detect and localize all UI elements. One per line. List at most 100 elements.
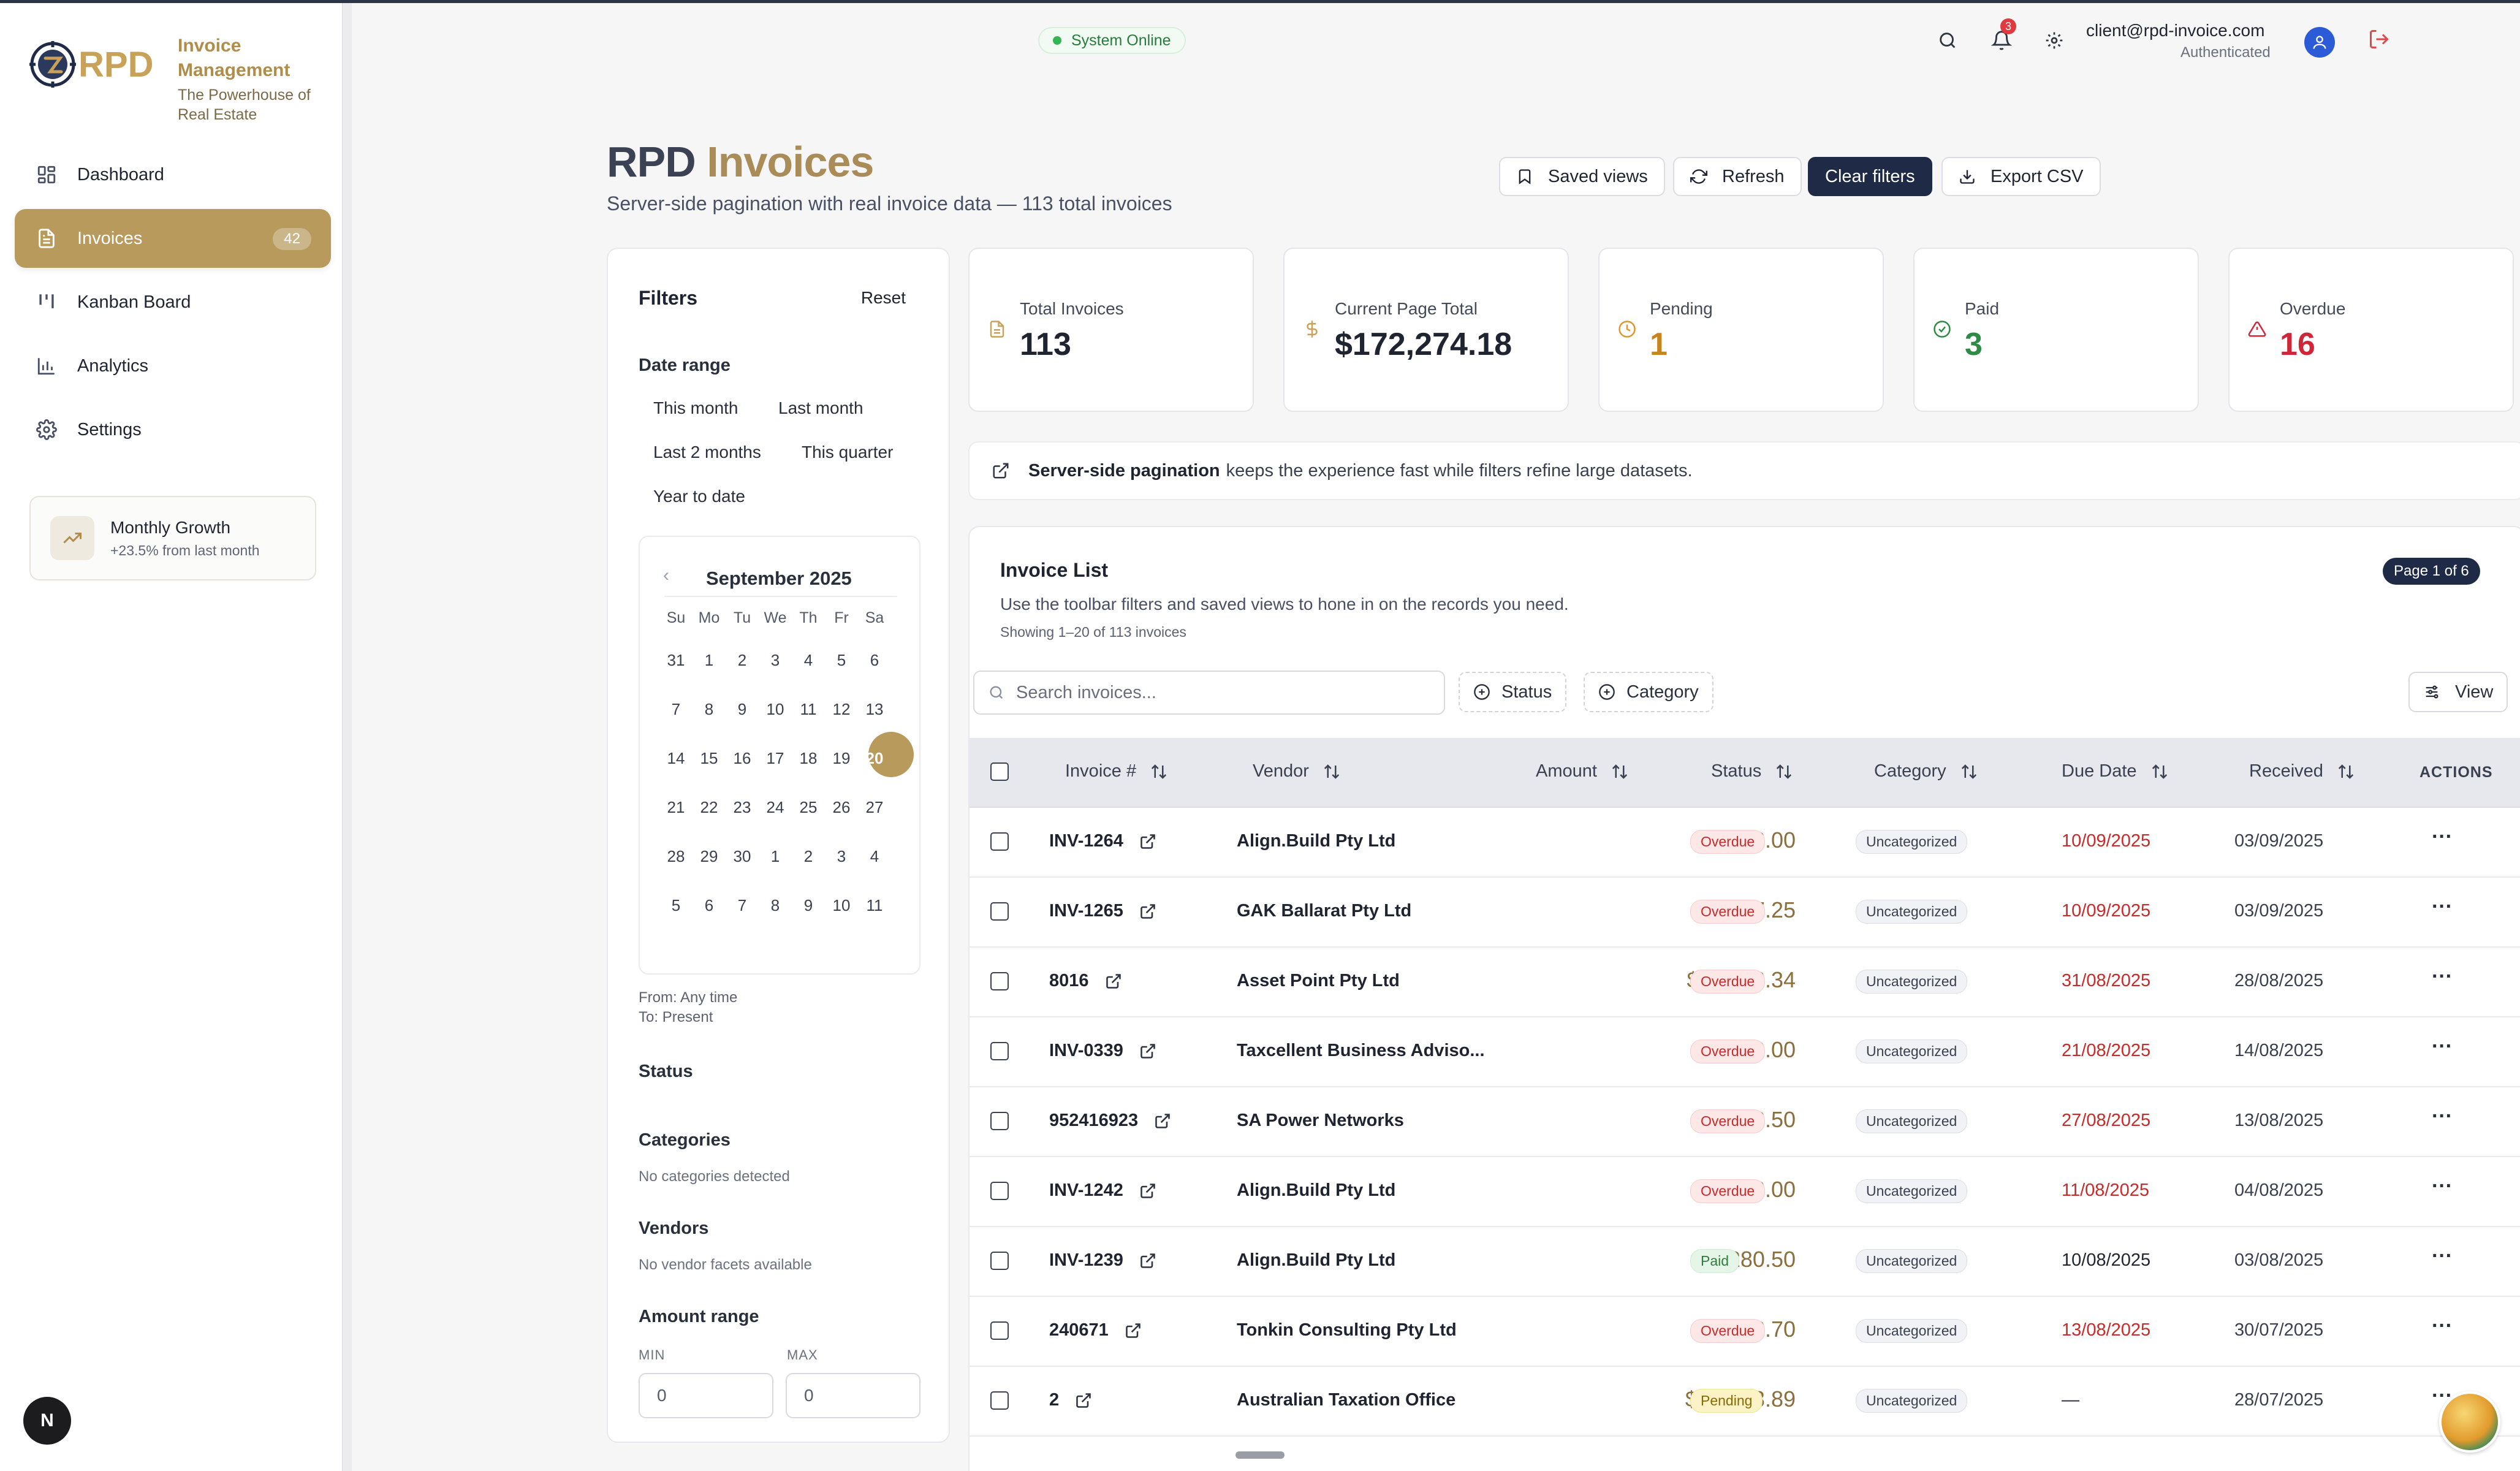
calendar-day[interactable]: 7 <box>726 896 759 915</box>
brand[interactable]: RPD Invoice Management The Powerhouse of… <box>27 34 331 124</box>
preset-last-2-months[interactable]: Last 2 months <box>653 443 761 462</box>
sidebar-item-kanban-board[interactable]: Kanban Board <box>15 273 331 332</box>
calendar-day[interactable]: 28 <box>659 847 693 866</box>
calendar-day[interactable]: 31 <box>659 651 693 670</box>
row-checkbox[interactable] <box>990 1042 1009 1060</box>
calendar-day[interactable]: 25 <box>792 798 825 817</box>
calendar-day[interactable]: 11 <box>792 700 825 719</box>
table-row[interactable]: 2Australian Taxation Office$20,193.89Pen… <box>970 1367 2520 1437</box>
calendar-day[interactable]: 17 <box>759 749 792 768</box>
calendar-day[interactable]: 4 <box>792 651 825 670</box>
table-row[interactable]: INV-0339Taxcellent Business Adviso...$2,… <box>970 1017 2520 1087</box>
next-dev-button[interactable]: N <box>23 1397 71 1445</box>
sidebar-item-invoices[interactable]: Invoices 42 <box>15 209 331 268</box>
row-checkbox[interactable] <box>990 1391 1009 1410</box>
calendar-day[interactable]: 10 <box>825 896 858 915</box>
avatar[interactable] <box>2304 27 2335 58</box>
calendar-day[interactable]: 5 <box>659 896 693 915</box>
amount-min-input[interactable]: 0 <box>639 1373 773 1418</box>
calendar-day[interactable]: 24 <box>759 798 792 817</box>
external-link-icon[interactable] <box>1139 1182 1156 1199</box>
calendar-day[interactable]: 21 <box>659 798 693 817</box>
calendar-day[interactable]: 8 <box>759 896 792 915</box>
search-icon[interactable] <box>1934 27 1961 54</box>
row-checkbox[interactable] <box>990 972 1009 990</box>
table-row[interactable]: 952416923SA Power Networks$5,912.50Overd… <box>970 1087 2520 1157</box>
sidebar-item-dashboard[interactable]: Dashboard <box>15 145 331 204</box>
invoice-number[interactable]: INV-1242 <box>1049 1180 1156 1201</box>
column-invoice[interactable]: Invoice # <box>1065 761 1168 781</box>
calendar-day[interactable]: 13 <box>858 700 891 719</box>
calendar-day[interactable]: 7 <box>659 700 693 719</box>
refresh-button[interactable]: Refresh <box>1673 157 1802 196</box>
assistant-avatar-button[interactable] <box>2439 1391 2500 1453</box>
column-due-date[interactable]: Due Date <box>2062 761 2169 781</box>
invoice-number[interactable]: INV-1265 <box>1049 901 1156 921</box>
view-options-button[interactable]: View <box>2408 672 2508 712</box>
row-actions-menu-icon[interactable]: ··· <box>2432 1104 2453 1128</box>
column-status[interactable]: Status <box>1711 761 1793 781</box>
preset-last-month[interactable]: Last month <box>778 398 863 418</box>
select-all-checkbox[interactable] <box>990 762 1009 781</box>
preset-year-to-date[interactable]: Year to date <box>653 487 745 506</box>
invoice-number[interactable]: 2 <box>1049 1390 1092 1410</box>
external-link-icon[interactable] <box>1139 903 1156 920</box>
calendar-day[interactable]: 23 <box>726 798 759 817</box>
row-actions-menu-icon[interactable]: ··· <box>2432 825 2453 849</box>
bell-icon[interactable]: 3 <box>1988 18 2016 54</box>
row-actions-menu-icon[interactable]: ··· <box>2432 1244 2453 1268</box>
external-link-icon[interactable] <box>1075 1392 1092 1409</box>
row-checkbox[interactable] <box>990 1182 1009 1200</box>
preset-this-month[interactable]: This month <box>653 398 738 418</box>
table-row[interactable]: INV-1265GAK Ballarat Pty Ltd$327.25Overd… <box>970 878 2520 948</box>
calendar-day[interactable]: 1 <box>693 651 726 670</box>
calendar-day[interactable]: 10 <box>759 700 792 719</box>
table-row[interactable]: 8016Asset Point Pty Ltd$11,142.34Overdue… <box>970 948 2520 1017</box>
row-actions-menu-icon[interactable]: ··· <box>2432 1035 2453 1059</box>
calendar-day[interactable]: 14 <box>659 749 693 768</box>
gear-icon[interactable] <box>2041 27 2068 54</box>
row-checkbox[interactable] <box>990 1321 1009 1340</box>
preset-this-quarter[interactable]: This quarter <box>802 443 893 462</box>
external-link-icon[interactable] <box>1139 1252 1156 1269</box>
calendar-day[interactable]: 9 <box>792 896 825 915</box>
calendar-day[interactable]: 22 <box>693 798 726 817</box>
calendar-day[interactable]: 6 <box>858 651 891 670</box>
calendar-day[interactable]: 5 <box>825 651 858 670</box>
calendar-day-selected[interactable]: 20 <box>858 749 891 768</box>
invoice-number[interactable]: INV-1264 <box>1049 831 1156 851</box>
calendar-day[interactable]: 9 <box>726 700 759 719</box>
row-actions-menu-icon[interactable]: ··· <box>2432 965 2453 989</box>
calendar-day[interactable]: 12 <box>825 700 858 719</box>
table-row[interactable]: INV-1242Align.Build Pty Ltd$6,248.00Over… <box>970 1157 2520 1227</box>
calendar-day[interactable]: 3 <box>825 847 858 866</box>
category-filter-button[interactable]: Category <box>1584 672 1714 712</box>
row-actions-menu-icon[interactable]: ··· <box>2432 1174 2453 1198</box>
row-actions-menu-icon[interactable]: ··· <box>2432 1314 2453 1338</box>
horizontal-scrollbar[interactable] <box>1235 1451 1285 1459</box>
saved-views-button[interactable]: Saved views <box>1499 157 1665 196</box>
sidebar-resize-handle[interactable] <box>342 3 352 1471</box>
calendar-day[interactable]: 27 <box>858 798 891 817</box>
calendar-day[interactable]: 30 <box>726 847 759 866</box>
calendar-day[interactable]: 18 <box>792 749 825 768</box>
calendar-prev-icon[interactable]: ‹ <box>663 565 669 586</box>
calendar-day[interactable]: 3 <box>759 651 792 670</box>
column-amount[interactable]: Amount <box>1536 761 1629 781</box>
column-category[interactable]: Category <box>1874 761 1978 781</box>
table-row[interactable]: INV-1239 Align.Build Pty Ltd $280.50 Paid Un… <box>970 1227 2520 1297</box>
external-link-icon[interactable] <box>1125 1322 1142 1339</box>
row-checkbox[interactable] <box>990 1252 1009 1270</box>
amount-max-input[interactable]: 0 <box>786 1373 920 1418</box>
row-actions-menu-icon[interactable]: ··· <box>2432 895 2453 919</box>
external-link-icon[interactable] <box>1139 833 1156 850</box>
row-checkbox[interactable] <box>990 902 1009 921</box>
export-csv-button[interactable]: Export CSV <box>1941 157 2101 196</box>
invoice-number[interactable]: INV-0339 <box>1049 1041 1156 1061</box>
invoice-number[interactable]: 8016 <box>1049 971 1122 991</box>
column-received[interactable]: Received <box>2249 761 2355 781</box>
calendar-day[interactable]: 29 <box>693 847 726 866</box>
invoice-number[interactable]: INV-1239 <box>1049 1250 1156 1271</box>
table-row[interactable]: 240671Tonkin Consulting Pty Ltd$5,298.70… <box>970 1297 2520 1367</box>
status-filter-button[interactable]: Status <box>1459 672 1567 712</box>
